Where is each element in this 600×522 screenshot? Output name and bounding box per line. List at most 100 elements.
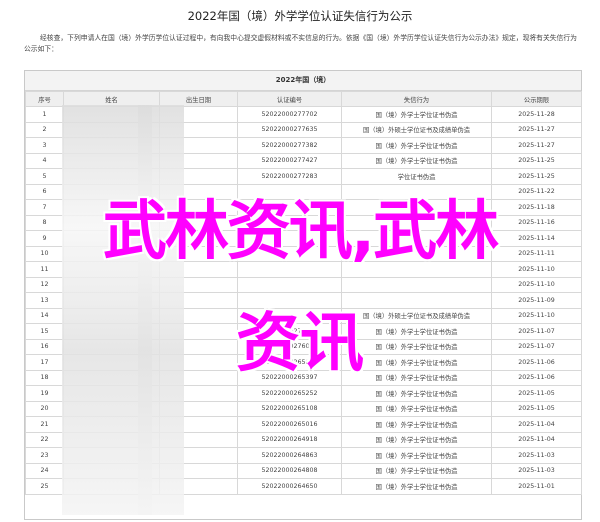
cell-cert-id: 52022000265108 — [237, 400, 342, 417]
cell-cert-id — [237, 245, 342, 262]
cell-expiry: 2025-11-10 — [491, 307, 582, 324]
cell-cert-id: 52022000264650 — [237, 478, 342, 495]
cell-cert-id: 52022000277635 — [237, 121, 342, 138]
cell-violation: 国（境）外学士学位证书伪造 — [341, 385, 492, 402]
cell-violation: 国（境）外硕士学位证书及成绩单伪造 — [341, 307, 492, 324]
cell-expiry: 2025-11-07 — [491, 338, 582, 355]
cell-expiry: 2025-11-28 — [491, 106, 582, 123]
cell-violation: 国（境）外学士学位证书伪造 — [341, 400, 492, 417]
cell-cert-id — [237, 214, 342, 231]
cell-no: 12 — [25, 276, 64, 293]
cell-violation: 学位证书伪造 — [341, 168, 492, 185]
cell-no: 17 — [25, 354, 64, 371]
cell-cert-id — [237, 183, 342, 200]
cell-no: 19 — [25, 385, 64, 402]
cell-expiry: 2025-11-25 — [491, 168, 582, 185]
cell-no: 9 — [25, 230, 64, 247]
cell-violation — [341, 183, 492, 200]
cell-expiry: 2025-11-04 — [491, 431, 582, 448]
cell-expiry: 2025-11-22 — [491, 183, 582, 200]
cell-violation — [341, 276, 492, 293]
cell-violation: 国（境）外硕士学位证书及成绩单伪造 — [341, 121, 492, 138]
cell-no: 7 — [25, 199, 64, 216]
cell-cert-id: 52022000264808 — [237, 462, 342, 479]
cell-cert-id: 52022000277427 — [237, 152, 342, 169]
cell-violation: 国（境）外学士学位证书伪造 — [341, 106, 492, 123]
cell-violation: 国（境）外学士学位证书伪造 — [341, 338, 492, 355]
cell-cert-id — [237, 307, 342, 324]
cell-expiry: 2025-11-04 — [491, 416, 582, 433]
cell-expiry: 2025-11-07 — [491, 323, 582, 340]
cell-no: 5 — [25, 168, 64, 185]
cell-violation — [341, 261, 492, 278]
cell-violation: 国（境）外学士学位证书伪造 — [341, 478, 492, 495]
cell-violation: 国（境）外学士学位证书伪造 — [341, 416, 492, 433]
cell-cert-id — [237, 261, 342, 278]
cell-no: 25 — [25, 478, 64, 495]
cell-no: 16 — [25, 338, 64, 355]
cell-no: 22 — [25, 431, 64, 448]
cell-no: 11 — [25, 261, 64, 278]
cell-violation: 国（境）外学士学位证书伪造 — [341, 354, 492, 371]
cell-no: 1 — [25, 106, 64, 123]
intro-text: 经核查，下列申请人在国（境）外学历学位认证过程中，有向我中心提交虚假材料或不实信… — [24, 34, 577, 53]
cell-no: 14 — [25, 307, 64, 324]
cell-expiry: 2025-11-11 — [491, 245, 582, 262]
cell-cert-id: 52022000265397 — [237, 369, 342, 386]
cell-no: 15 — [25, 323, 64, 340]
page-title: 2022年国（境）外学学位认证失信行为公示 — [187, 9, 413, 23]
cell-expiry: 2025-11-27 — [491, 121, 582, 138]
cell-violation — [341, 245, 492, 262]
cell-no: 13 — [25, 292, 64, 309]
cell-expiry: 2025-11-03 — [491, 447, 582, 464]
cell-violation: 国（境）外学士学位证书伪造 — [341, 447, 492, 464]
cell-expiry: 2025-11-05 — [491, 385, 582, 402]
cell-cert-id: 52022000265652 — [237, 354, 342, 371]
cell-no: 10 — [25, 245, 64, 262]
cell-no: 18 — [25, 369, 64, 386]
cell-violation: 国（境）外学士学位证书伪造 — [341, 152, 492, 169]
cell-cert-id: 52022000264863 — [237, 447, 342, 464]
cell-violation: 国（境）外学士学位证书伪造 — [341, 462, 492, 479]
cell-violation: 国（境）外学士学位证书伪造 — [341, 137, 492, 154]
intro-paragraph: 经核查，下列申请人在国（境）外学历学位认证过程中，有向我中心提交虚假材料或不实信… — [24, 33, 582, 55]
cell-violation: 国（境）外学士学位证书伪造 — [341, 323, 492, 340]
cell-expiry: 2025-11-06 — [491, 354, 582, 371]
table-caption: 2022年国（境） — [25, 71, 581, 91]
cell-expiry: 2025-11-10 — [491, 276, 582, 293]
cell-cert-id: 52022000265016 — [237, 416, 342, 433]
cell-violation — [341, 230, 492, 247]
cell-no: 6 — [25, 183, 64, 200]
header-cert-id: 认证编号 — [237, 91, 342, 107]
cell-no: 23 — [25, 447, 64, 464]
cell-no: 2 — [25, 121, 64, 138]
cell-violation — [341, 292, 492, 309]
cell-cert-id — [237, 276, 342, 293]
header-no: 序号 — [25, 91, 64, 107]
cell-cert-id: 52022000265252 — [237, 385, 342, 402]
cell-expiry: 2025-11-27 — [491, 137, 582, 154]
cell-no: 24 — [25, 462, 64, 479]
cell-expiry: 2025-11-06 — [491, 369, 582, 386]
cell-no: 4 — [25, 152, 64, 169]
cell-cert-id — [237, 230, 342, 247]
cell-cert-id — [237, 292, 342, 309]
cell-cert-id: 52022000277382 — [237, 137, 342, 154]
cell-no: 21 — [25, 416, 64, 433]
header-expiry: 公示期限 — [491, 91, 582, 107]
redaction-birthdate-column — [138, 105, 184, 515]
header-violation: 失信行为 — [341, 91, 492, 107]
cell-expiry: 2025-11-16 — [491, 214, 582, 231]
cell-cert-id: 52022000277283 — [237, 168, 342, 185]
cell-violation — [341, 214, 492, 231]
cell-expiry: 2025-11-09 — [491, 292, 582, 309]
cell-cert-id: 52022000264918 — [237, 431, 342, 448]
cell-expiry: 2025-11-25 — [491, 152, 582, 169]
cell-expiry: 2025-11-10 — [491, 261, 582, 278]
cell-violation: 国（境）外学士学位证书伪造 — [341, 431, 492, 448]
cell-no: 3 — [25, 137, 64, 154]
cell-expiry: 2025-11-03 — [491, 462, 582, 479]
cell-expiry: 2025-11-05 — [491, 400, 582, 417]
cell-expiry: 2025-11-01 — [491, 478, 582, 495]
cell-no: 8 — [25, 214, 64, 231]
